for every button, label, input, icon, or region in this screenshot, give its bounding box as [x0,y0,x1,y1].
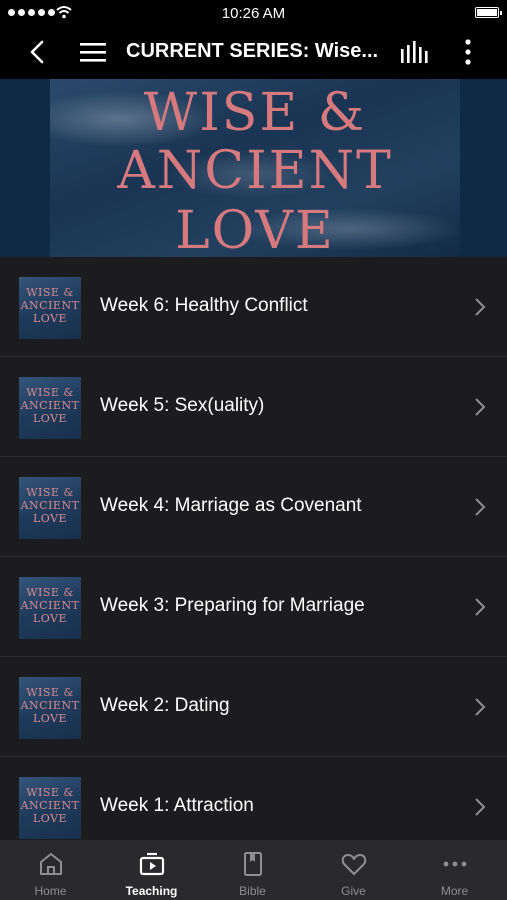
list-item[interactable]: WISE & ANCIENT LOVE Week 4: Marriage as Co… [0,457,507,557]
heart-icon [341,854,367,875]
sermon-thumbnail: WISE & ANCIENT LOVE [19,477,81,539]
list-item[interactable]: WISE & ANCIENT LOVE Week 6: Healthy Confli… [0,257,507,357]
list-item-label: Week 1: Attraction [100,795,254,816]
tab-bible[interactable]: Bible [202,840,303,900]
series-banner: WISE & ANCIENT LOVE [0,79,507,257]
tab-teaching[interactable]: Teaching [101,840,202,900]
chevron-right-icon [475,298,486,316]
home-icon [40,853,62,875]
page-title: CURRENT SERIES: Wise... [126,40,379,62]
sermon-thumbnail: WISE & ANCIENT LOVE [19,777,81,839]
sermon-thumbnail: WISE & ANCIENT LOVE [19,577,81,639]
more-horizontal-icon [443,861,467,867]
navigation-bar: CURRENT SERIES: Wise... [0,26,507,79]
tab-give[interactable]: Give [303,840,404,900]
hamburger-menu-icon[interactable] [78,40,108,64]
banner-title-line-3: LOVE [175,201,335,257]
tab-home-label: Home [34,884,67,898]
sermon-thumbnail: WISE & ANCIENT LOVE [19,677,81,739]
tab-give-label: Give [341,884,366,898]
list-item-label: Week 6: Healthy Conflict [100,295,308,316]
sermon-thumbnail: WISE & ANCIENT LOVE [19,277,81,339]
tab-bar: Home Teaching Bible Give More [0,840,507,900]
list-item-label: Week 2: Dating [100,695,230,716]
tab-teaching-label: Teaching [125,884,178,898]
bible-icon [244,852,262,876]
banner-title-line-2: ANCIENT [117,141,393,201]
sermon-thumbnail: WISE & ANCIENT LOVE [19,377,81,439]
banner-title-line-1: WISE & [143,83,367,143]
tab-bible-label: Bible [239,884,266,898]
chevron-right-icon [475,598,486,616]
chevron-right-icon [475,798,486,816]
chevron-right-icon [475,398,486,416]
list-item[interactable]: WISE & ANCIENT LOVE Week 3: Preparing for … [0,557,507,657]
battery-icon [475,7,502,18]
back-arrow-icon[interactable] [26,38,50,66]
tab-home[interactable]: Home [0,840,101,900]
list-item-label: Week 3: Preparing for Marriage [100,595,365,616]
sermon-list: WISE & ANCIENT LOVE Week 6: Healthy Confli… [0,257,507,857]
chevron-right-icon [475,698,486,716]
status-bar: 10:26 AM [0,0,507,26]
chevron-right-icon [475,498,486,516]
play-tv-icon [139,852,165,876]
list-item[interactable]: WISE & ANCIENT LOVE Week 2: Dating [0,657,507,757]
tab-more-label: More [440,884,469,898]
audio-player-icon[interactable] [398,39,430,65]
tab-more[interactable]: More [404,840,505,900]
status-time: 10:26 AM [221,5,286,22]
more-vertical-icon[interactable] [458,38,478,66]
list-item-label: Week 5: Sex(uality) [100,395,265,416]
list-item-label: Week 4: Marriage as Covenant [100,495,362,516]
list-item[interactable]: WISE & ANCIENT LOVE Week 5: Sex(uality) [0,357,507,457]
